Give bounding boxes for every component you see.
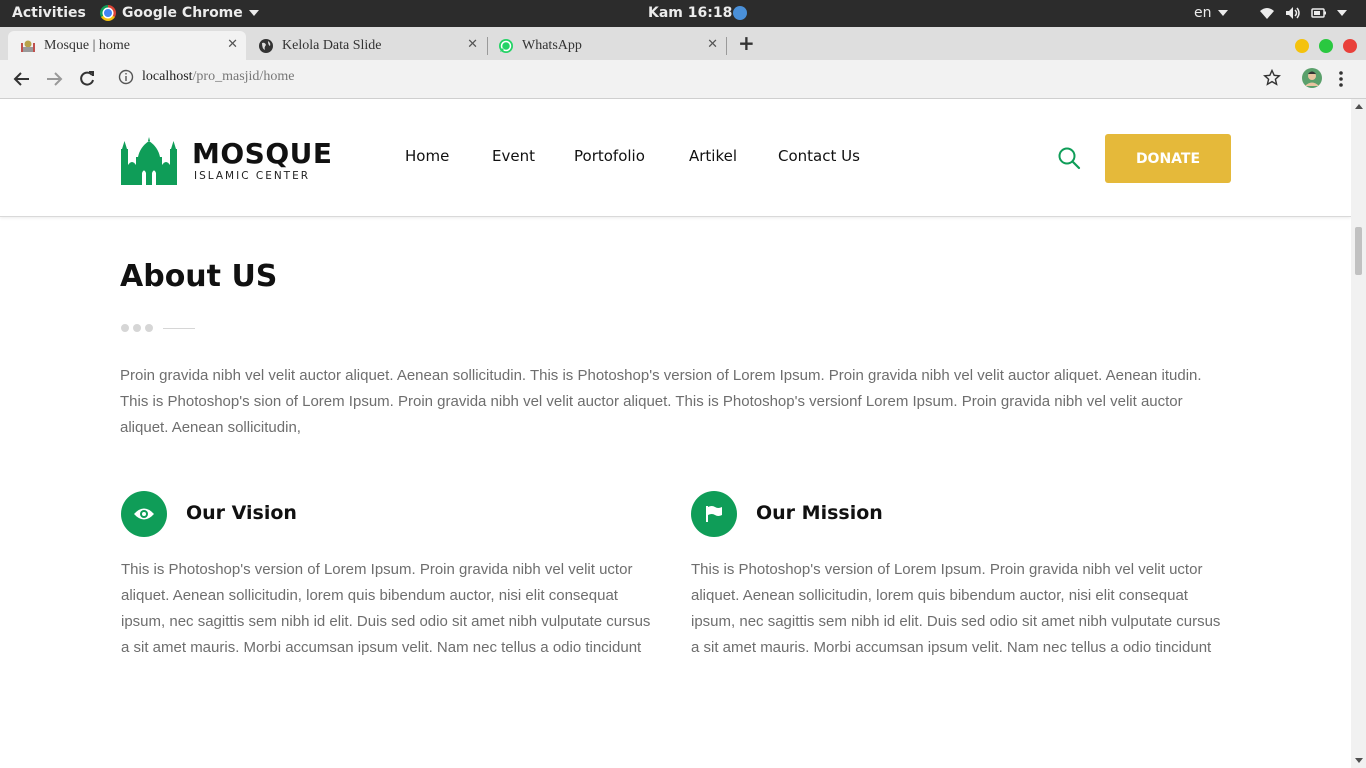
tab-title: Kelola Data Slide — [282, 37, 382, 53]
info-icon[interactable] — [118, 69, 134, 85]
nav-contact-us[interactable]: Contact Us — [778, 147, 860, 165]
mission-title: Our Mission — [756, 502, 883, 524]
close-icon[interactable]: ✕ — [227, 37, 238, 52]
tab-title: WhatsApp — [522, 37, 582, 53]
nav-event[interactable]: Event — [492, 147, 535, 165]
back-arrow-icon[interactable] — [12, 69, 32, 89]
scrollbar-thumb[interactable] — [1355, 227, 1362, 275]
volume-icon — [1286, 7, 1300, 19]
app-menu[interactable]: Google Chrome — [100, 5, 259, 21]
vision-title: Our Vision — [186, 502, 297, 524]
tab-kelola-data-slide[interactable]: Kelola Data Slide ✕ — [246, 31, 486, 60]
avatar[interactable] — [1302, 68, 1322, 88]
url-host: localhost — [142, 69, 193, 84]
bookmark-star-icon[interactable] — [1263, 69, 1281, 87]
activities-button[interactable]: Activities — [12, 5, 86, 21]
minimize-button[interactable] — [1295, 39, 1309, 53]
maximize-button[interactable] — [1319, 39, 1333, 53]
about-text: Proin gravida nibh vel velit auctor aliq… — [120, 367, 1202, 436]
flag-icon — [691, 491, 737, 537]
tab-strip: Mosque | home ✕ Kelola Data Slide ✕ What… — [0, 27, 1366, 60]
globe-icon — [258, 38, 274, 54]
site-header: MOSQUE ISLAMIC CENTER Home Event Portofo… — [0, 99, 1351, 217]
tab-title: Mosque | home — [44, 37, 131, 53]
whatsapp-icon — [498, 38, 514, 54]
new-tab-button[interactable]: + — [738, 31, 755, 55]
close-icon[interactable]: ✕ — [467, 37, 478, 52]
chevron-down-icon — [1337, 10, 1347, 16]
tab-whatsapp[interactable]: WhatsApp ✕ — [486, 31, 726, 60]
forward-arrow-icon[interactable] — [44, 69, 64, 89]
chevron-down-icon — [248, 10, 259, 16]
eye-icon — [121, 491, 167, 537]
logo-title: MOSQUE — [192, 136, 333, 170]
window-close-button[interactable] — [1343, 39, 1357, 53]
system-status-menu[interactable] — [1259, 6, 1347, 20]
language-selector[interactable]: en — [1194, 5, 1228, 21]
mosque-favicon-icon — [20, 38, 36, 54]
app-menu-label: Google Chrome — [122, 5, 243, 21]
section-divider — [121, 324, 195, 332]
mission-text: This is Photoshop's version of Lorem Ips… — [691, 561, 1221, 656]
more-vert-icon[interactable] — [1338, 69, 1344, 89]
close-icon[interactable]: ✕ — [707, 37, 718, 52]
nav-home[interactable]: Home — [405, 147, 449, 165]
clock-label: Kam 16:18 — [648, 5, 733, 21]
url-path: /pro_masjid/home — [192, 69, 295, 84]
wifi-icon — [1260, 8, 1274, 19]
reload-icon[interactable] — [77, 69, 97, 89]
page-scrollbar[interactable] — [1351, 99, 1366, 768]
vision-text: This is Photoshop's version of Lorem Ips… — [121, 561, 651, 656]
scroll-down-icon[interactable] — [1355, 758, 1363, 763]
nav-artikel[interactable]: Artikel — [689, 147, 737, 165]
site-logo[interactable]: MOSQUE ISLAMIC CENTER — [120, 135, 333, 185]
nav-portofolio[interactable]: Portofolio — [574, 147, 645, 165]
scroll-up-icon[interactable] — [1355, 104, 1363, 109]
clock[interactable]: Kam 16:18 — [648, 5, 748, 21]
address-bar[interactable]: localhost/pro_masjid/home — [118, 69, 294, 85]
chrome-icon — [100, 5, 116, 21]
mosque-logo-icon — [121, 137, 177, 185]
donate-button[interactable]: DONATE — [1105, 134, 1231, 183]
notification-icon — [733, 6, 748, 20]
system-top-bar: Activities Google Chrome Kam 16:18 en — [0, 0, 1366, 27]
search-icon[interactable] — [1057, 146, 1081, 170]
chevron-down-icon — [1217, 10, 1228, 16]
logo-subtitle: ISLAMIC CENTER — [194, 169, 311, 182]
browser-toolbar: localhost/pro_masjid/home — [0, 60, 1366, 99]
page-title: About US — [120, 259, 278, 294]
battery-icon — [1311, 8, 1326, 18]
language-label: en — [1194, 5, 1212, 21]
tab-mosque-home[interactable]: Mosque | home ✕ — [8, 31, 246, 60]
page-viewport: MOSQUE ISLAMIC CENTER Home Event Portofo… — [0, 99, 1351, 768]
